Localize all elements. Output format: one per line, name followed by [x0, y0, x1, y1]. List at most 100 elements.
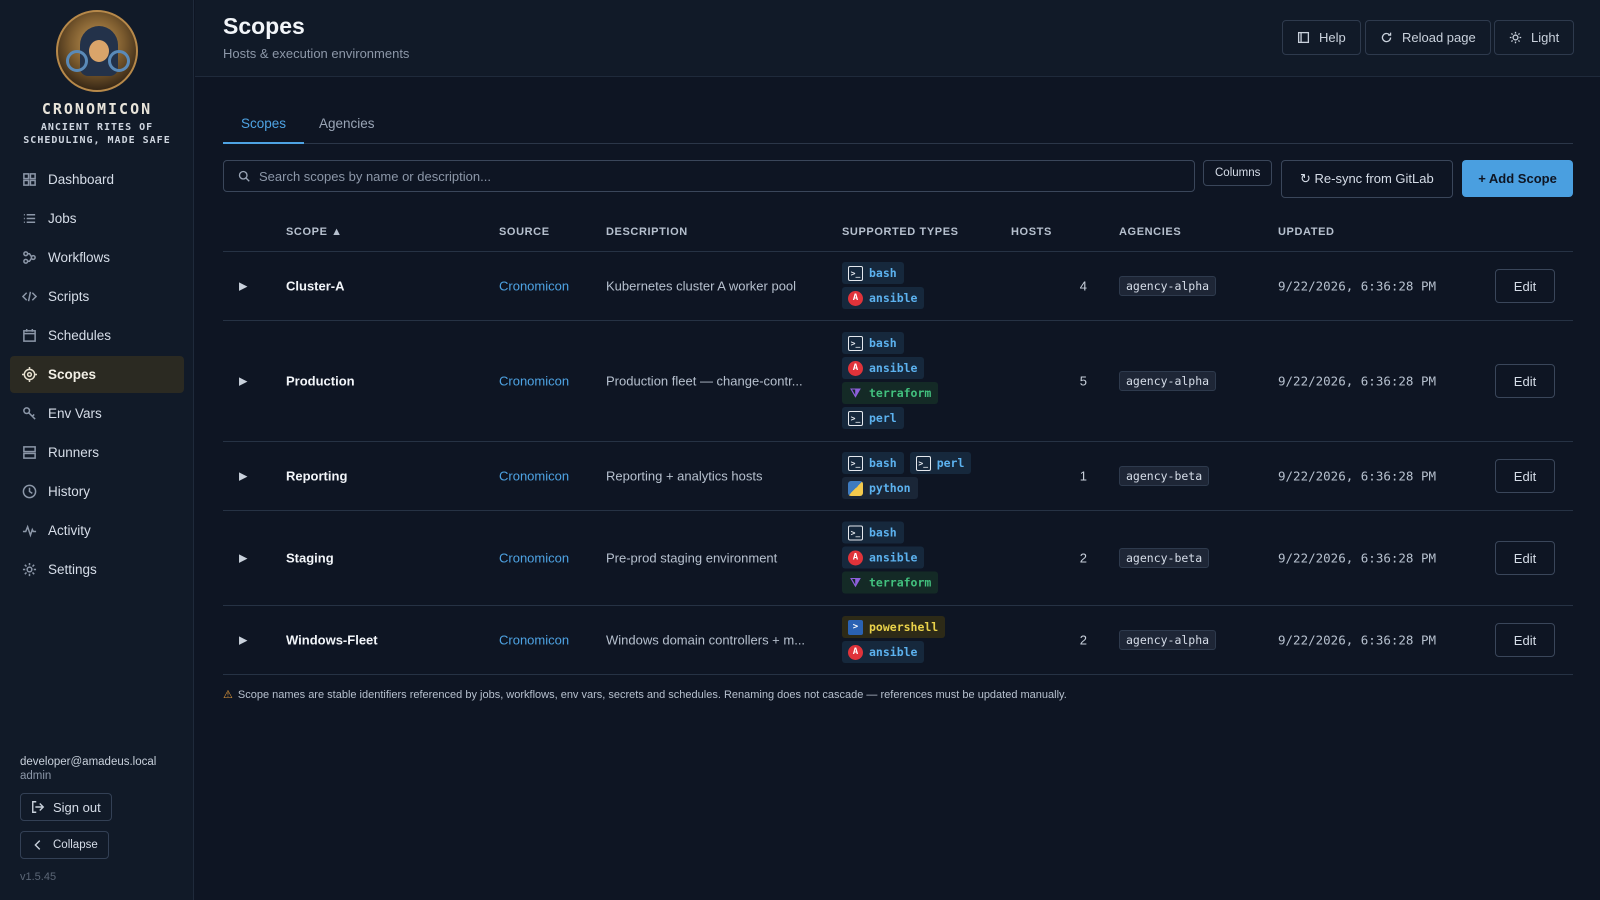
user-email: developer@amadeus.local	[20, 756, 157, 768]
scope-source-link[interactable]: Cronomicon	[499, 279, 569, 294]
clock-icon	[22, 484, 37, 499]
edit-scope-button[interactable]: Edit	[1495, 623, 1555, 657]
row-expand-toggle[interactable]: ▶	[239, 470, 247, 483]
cronomicon-logo	[56, 10, 138, 92]
edit-scope-button[interactable]: Edit	[1495, 541, 1555, 575]
column-header-source[interactable]: SOURCE	[499, 226, 550, 238]
edit-scope-button[interactable]: Edit	[1495, 269, 1555, 303]
type-badge-ansible: Aansible	[842, 641, 925, 663]
scope-description: Windows domain controllers + m...	[606, 632, 806, 648]
scope-source-link[interactable]: Cronomicon	[499, 374, 569, 389]
ansible-icon: A	[848, 550, 863, 565]
type-badge-label: bash	[869, 525, 897, 540]
column-header-scope[interactable]: SCOPE ▲	[286, 226, 343, 238]
help-label: Help	[1319, 30, 1346, 45]
agency-tag: agency-beta	[1119, 548, 1210, 568]
edit-scope-button[interactable]: Edit	[1495, 364, 1555, 398]
search-input[interactable]	[259, 168, 1159, 184]
type-badge-label: bash	[869, 336, 897, 350]
calendar-icon	[23, 328, 36, 342]
sidebar-item-activity[interactable]: Activity	[10, 512, 184, 549]
reload-label: Reload page	[1402, 30, 1476, 45]
sidebar-item-dashboard[interactable]: Dashboard	[10, 161, 184, 198]
scope-name: Production	[286, 373, 355, 389]
row-expand-toggle[interactable]: ▶	[239, 375, 247, 388]
scope-name: Cluster-A	[286, 278, 345, 294]
sidebar-item-label: Jobs	[48, 211, 77, 226]
type-badge-line: >_ bash	[842, 521, 1012, 544]
type-badge-label: bash	[869, 266, 897, 280]
tab-bar: Scopes Agencies	[223, 108, 1573, 144]
tab-agencies[interactable]: Agencies	[301, 108, 393, 144]
supported-types: >_ bash Aansible ⧩ terraform	[842, 520, 1012, 597]
column-header-description[interactable]: DESCRIPTION	[606, 226, 688, 238]
type-badge-line: >_ bash	[842, 262, 1012, 284]
sign-out-button[interactable]: Sign out	[20, 793, 112, 821]
type-badge-line: python	[842, 477, 1012, 499]
sidebar-nav: Dashboard Jobs Workflows Scripts Schedul…	[10, 161, 184, 590]
column-header-agencies[interactable]: AGENCIES	[1119, 226, 1181, 238]
column-header-hosts[interactable]: HOSTS	[1011, 226, 1052, 238]
dashboard-icon	[23, 173, 36, 186]
sidebar-item-workflows[interactable]: Workflows	[10, 239, 184, 276]
terminal-icon: >_	[915, 455, 931, 471]
page-title: Scopes	[223, 13, 305, 39]
sidebar-item-label: Schedules	[48, 328, 112, 343]
rename-warning-note: ⚠ Scope names are stable identifiers refe…	[223, 688, 1067, 701]
hosts-count: 1	[1079, 468, 1087, 484]
type-badge-label: python	[869, 481, 911, 495]
theme-toggle-button[interactable]: Light	[1494, 20, 1575, 55]
ansible-icon: A	[848, 360, 863, 376]
scope-source-link[interactable]: Cronomicon	[499, 551, 569, 566]
edit-scope-button[interactable]: Edit	[1495, 459, 1555, 493]
sidebar-item-env-vars[interactable]: Env Vars	[10, 395, 184, 432]
column-header-updated[interactable]: UPDATED	[1278, 226, 1335, 238]
reload-page-button[interactable]: Reload page	[1365, 20, 1491, 55]
add-scope-button[interactable]: + Add Scope	[1462, 160, 1573, 197]
target-icon	[22, 367, 37, 382]
sidebar-item-scripts[interactable]: Scripts	[10, 278, 184, 315]
tab-scopes[interactable]: Scopes	[223, 108, 305, 144]
terraform-icon: ⧩	[850, 385, 861, 400]
help-button[interactable]: Help	[1282, 20, 1361, 55]
terminal-icon: >_	[848, 265, 863, 281]
sidebar-item-scopes[interactable]: Scopes	[10, 356, 184, 393]
sidebar-item-settings[interactable]: Settings	[10, 551, 184, 588]
supported-types: >_ bash >_ perl python	[842, 450, 1012, 502]
collapse-label: Collapse	[53, 839, 98, 851]
type-badge-bash: >_ bash	[842, 262, 904, 284]
type-badge-python: python	[842, 477, 918, 499]
key-icon	[23, 407, 36, 420]
search-box[interactable]	[223, 160, 1195, 192]
row-expand-toggle[interactable]: ▶	[239, 634, 247, 647]
scope-source-link[interactable]: Cronomicon	[499, 633, 569, 648]
scope-source-link[interactable]: Cronomicon	[499, 469, 569, 484]
columns-button[interactable]: Columns	[1203, 160, 1273, 186]
type-badge-label: ansible	[869, 291, 918, 305]
sidebar-item-jobs[interactable]: Jobs	[10, 200, 184, 237]
row-expand-toggle[interactable]: ▶	[239, 552, 247, 565]
type-badge-label: ansible	[869, 645, 918, 659]
resync-gitlab-button[interactable]: ↻ Re-sync from GitLab	[1281, 160, 1453, 198]
app-version: v1.5.45	[20, 871, 57, 883]
column-header-supported-types[interactable]: SUPPORTED TYPES	[842, 226, 959, 238]
collapse-button[interactable]: Collapse	[20, 831, 109, 859]
sidebar-item-history[interactable]: History	[10, 473, 184, 510]
type-badge-line: Aansible	[842, 287, 1012, 309]
app-tagline: ANCIENT RITES OF SCHEDULING, MADE SAFE	[23, 122, 171, 146]
type-badge-label: terraform	[869, 575, 932, 590]
sidebar-item-runners[interactable]: Runners	[10, 434, 184, 471]
type-badge-line: Aansible	[842, 357, 1012, 379]
sign-out-icon	[32, 801, 45, 813]
agency-tag: agency-alpha	[1119, 630, 1217, 650]
row-expand-toggle[interactable]: ▶	[239, 280, 247, 293]
list-icon	[23, 214, 36, 223]
type-badge-label: bash	[869, 456, 897, 470]
type-badge-line: >_ bash >_ perl	[842, 452, 1012, 474]
sidebar-item-schedules[interactable]: Schedules	[10, 317, 184, 354]
refresh-icon	[1381, 32, 1392, 43]
python-icon	[848, 480, 863, 496]
type-badge-perl: >_ perl	[909, 452, 972, 474]
book-icon	[1297, 31, 1310, 44]
sidebar-item-label: Env Vars	[48, 406, 102, 421]
